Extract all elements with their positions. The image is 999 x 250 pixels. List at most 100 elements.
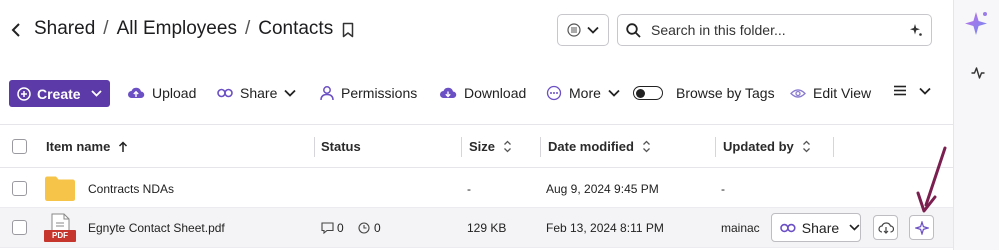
page-title: Contacts <box>258 18 334 39</box>
row-checkbox[interactable] <box>12 220 27 235</box>
upload-cloud-icon <box>128 87 145 98</box>
main-area: Shared / All Employees / Contacts Create… <box>0 0 953 250</box>
column-divider[interactable] <box>314 137 315 157</box>
comments-count-value: 0 <box>337 221 344 235</box>
column-label: Updated by <box>723 139 794 154</box>
eye-icon <box>790 88 806 98</box>
row-download-button[interactable] <box>873 215 898 240</box>
user-permissions-icon <box>320 86 334 101</box>
edit-view-button[interactable]: Edit View <box>790 85 871 101</box>
folder-icon <box>45 176 75 201</box>
permissions-button[interactable]: Permissions <box>320 85 417 101</box>
row-share-label: Share <box>801 219 840 236</box>
select-all-checkbox[interactable] <box>12 139 27 154</box>
column-size[interactable]: Size <box>469 139 512 154</box>
sparkle-icon <box>914 220 929 235</box>
chevron-down-icon <box>587 26 599 34</box>
toggle-knob <box>636 88 645 98</box>
column-date-modified[interactable]: Date modified <box>548 139 651 154</box>
ai-sparkle-icon <box>965 12 987 35</box>
clock-icon <box>358 222 370 234</box>
cloud-download-icon <box>877 222 894 234</box>
column-label: Item name <box>46 139 111 154</box>
back-button[interactable] <box>8 20 24 40</box>
globe-list-icon <box>567 23 581 37</box>
column-label: Status <box>321 139 361 154</box>
share-label: Share <box>240 85 278 101</box>
toggle-switch[interactable] <box>633 86 663 100</box>
column-updated-by[interactable]: Updated by <box>723 139 811 154</box>
chevron-left-icon <box>11 23 20 37</box>
breadcrumb-shared[interactable]: Shared <box>34 18 95 40</box>
create-button[interactable]: Create <box>9 80 110 107</box>
activity-button[interactable] <box>971 66 985 84</box>
row-ai-assistant-button[interactable] <box>909 215 934 240</box>
chevron-down-icon <box>284 89 296 97</box>
create-label: Create <box>37 85 81 102</box>
item-name[interactable]: Contracts NDAs <box>88 182 174 196</box>
browse-by-tags-label: Browse by Tags <box>676 85 775 101</box>
upload-label: Upload <box>152 85 197 101</box>
download-label: Download <box>464 85 527 101</box>
column-status[interactable]: Status <box>321 139 361 154</box>
sort-icon <box>504 140 511 153</box>
edit-view-label: Edit View <box>813 85 872 101</box>
toolbar: Create Upload Share Permissions Download… <box>9 80 931 107</box>
breadcrumb-separator: / <box>103 18 109 39</box>
pulse-icon <box>971 67 985 79</box>
comment-icon <box>321 222 334 234</box>
breadcrumb: Shared / All Employees / Contacts <box>34 18 333 40</box>
more-button[interactable]: More <box>546 85 620 101</box>
plus-circle-icon <box>17 86 31 101</box>
comments-count[interactable]: 0 <box>321 221 344 235</box>
pdf-file-icon: PDF <box>44 213 76 243</box>
table-row[interactable]: PDF Egnyte Contact Sheet.pdf 0 0 129 KB … <box>0 208 953 248</box>
item-updated-by: mainac <box>721 221 760 235</box>
tasks-count[interactable]: 0 <box>358 221 381 235</box>
tasks-count-value: 0 <box>374 221 381 235</box>
annotation-arrow-icon <box>916 146 947 213</box>
sort-icon <box>643 140 650 153</box>
more-dots-icon <box>546 85 562 101</box>
view-selector[interactable] <box>557 14 609 46</box>
item-date-modified: Aug 9, 2024 9:45 PM <box>546 182 659 196</box>
ai-sparkle-icon[interactable] <box>909 23 923 37</box>
pdf-badge: PDF <box>44 230 76 242</box>
link-icon <box>780 223 796 232</box>
column-label: Date modified <box>548 139 634 154</box>
item-size: - <box>467 182 471 196</box>
right-rail <box>953 0 999 250</box>
link-icon <box>217 88 233 98</box>
search-input[interactable] <box>651 22 901 38</box>
search-box <box>617 14 932 46</box>
column-label: Size <box>469 139 496 154</box>
row-share-button[interactable]: Share <box>771 213 861 242</box>
table-row[interactable]: Contracts NDAs - Aug 9, 2024 9:45 PM - <box>0 170 953 208</box>
chevron-down-icon <box>90 90 102 97</box>
share-button[interactable]: Share <box>217 85 296 101</box>
column-divider[interactable] <box>540 137 541 157</box>
row-checkbox[interactable] <box>12 181 27 196</box>
bookmark-button[interactable] <box>342 22 358 40</box>
column-divider[interactable] <box>461 137 462 157</box>
bookmark-icon <box>342 22 354 38</box>
sort-ascending-icon <box>119 140 128 152</box>
item-size: 129 KB <box>467 221 507 235</box>
table-header: Item name Status Size Date modified Upda… <box>0 124 953 168</box>
browse-by-tags-toggle[interactable]: Browse by Tags <box>633 85 775 101</box>
chevron-down-icon <box>919 87 931 95</box>
column-item-name[interactable]: Item name <box>46 139 128 154</box>
download-button[interactable]: Download <box>439 85 526 101</box>
more-label: More <box>569 85 601 101</box>
breadcrumb-separator: / <box>244 18 251 39</box>
column-divider[interactable] <box>833 137 834 157</box>
item-date-modified: Feb 13, 2024 8:11 PM <box>546 221 664 235</box>
item-name[interactable]: Egnyte Contact Sheet.pdf <box>88 221 225 235</box>
breadcrumb-all-employees[interactable]: All Employees <box>117 18 237 40</box>
list-view-menu[interactable] <box>894 85 931 96</box>
upload-button[interactable]: Upload <box>127 85 196 101</box>
column-divider[interactable] <box>715 137 716 157</box>
chevron-down-icon <box>608 89 620 97</box>
copilot-button[interactable] <box>964 10 990 43</box>
permissions-label: Permissions <box>341 85 418 101</box>
